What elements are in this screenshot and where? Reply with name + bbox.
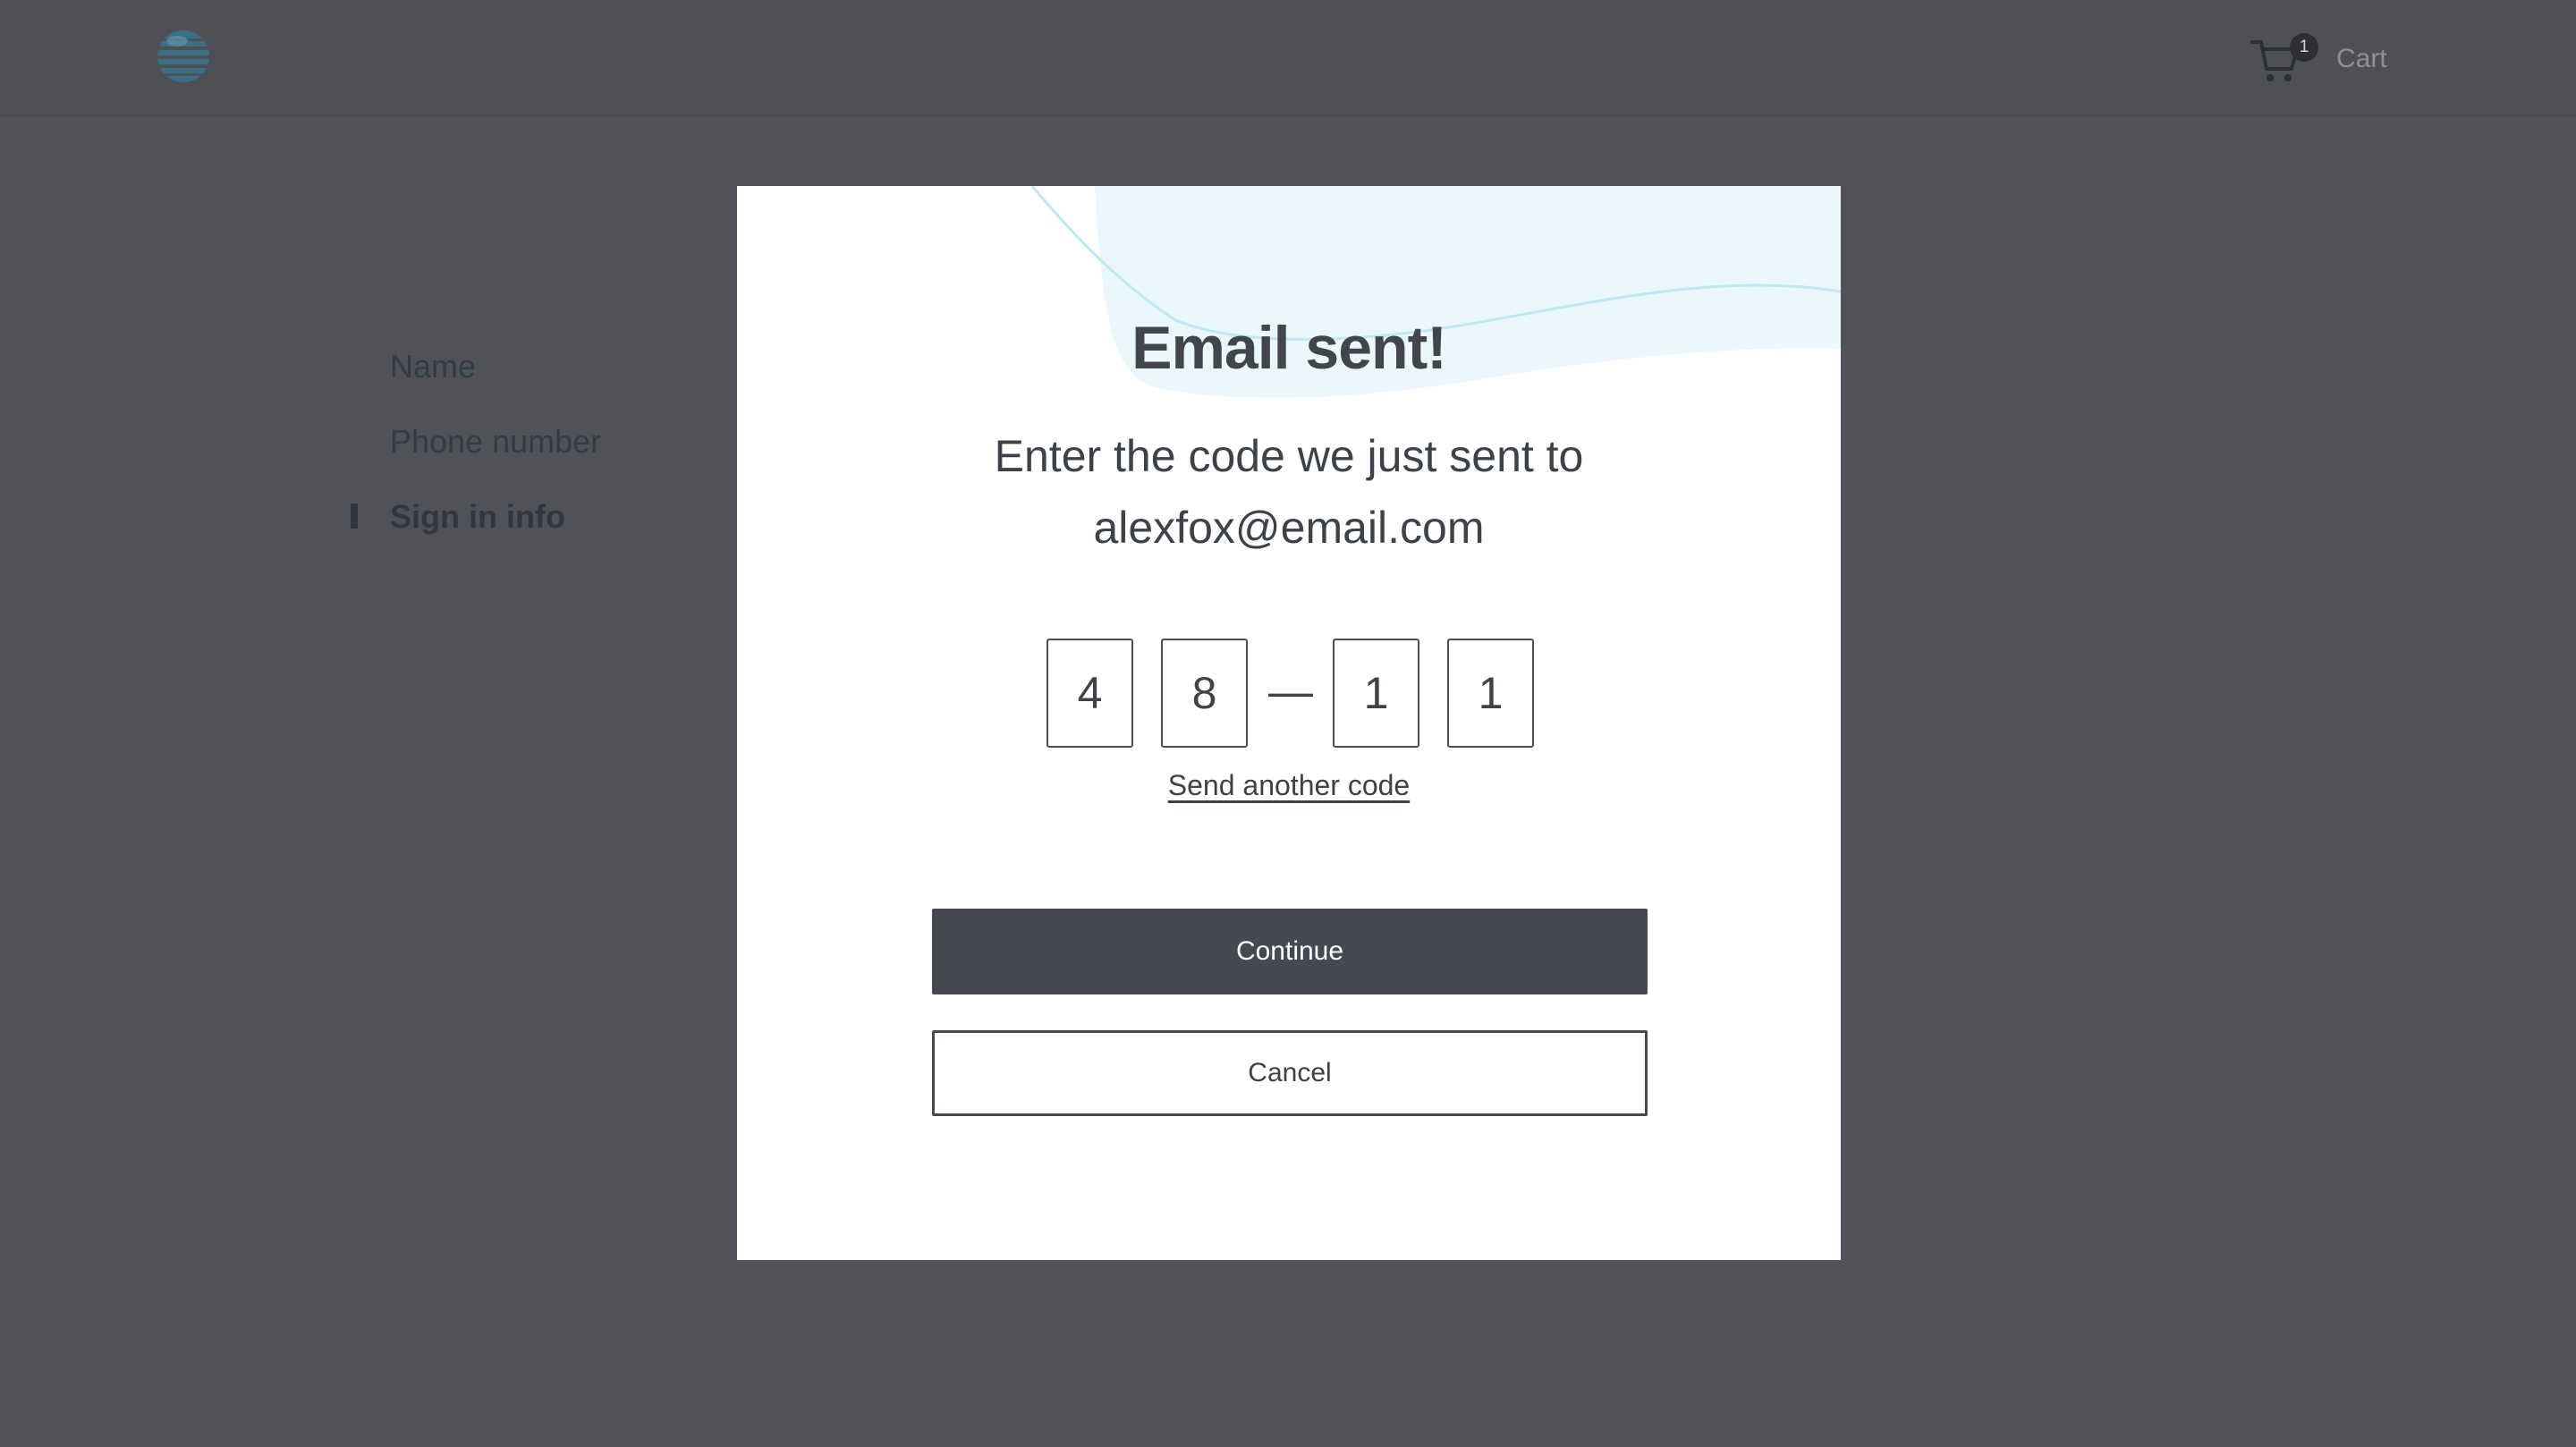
cart-link[interactable]: 1 Cart — [2249, 32, 2387, 86]
att-globe-logo-icon[interactable] — [156, 29, 211, 84]
cart-label: Cart — [2336, 44, 2387, 73]
site-header: 1 Cart — [0, 0, 2576, 116]
step-name[interactable]: Name — [351, 340, 601, 415]
decorative-wave-graphic — [1030, 186, 1841, 398]
code-digit-2-input[interactable] — [1161, 639, 1248, 748]
modal-subtitle: Enter the code we just sent to alexfox@e… — [737, 420, 1841, 563]
send-another-code-link[interactable]: Send another code — [1168, 769, 1410, 801]
code-separator: — — [1268, 666, 1313, 716]
step-sign-in-info[interactable]: Sign in info — [351, 490, 601, 565]
cart-count-badge: 1 — [2290, 33, 2318, 62]
code-digit-3-input[interactable] — [1333, 639, 1419, 748]
shopping-cart-icon: 1 — [2249, 33, 2318, 85]
resend-code-row: Send another code — [737, 769, 1841, 802]
email-address: alexfox@email.com — [1093, 503, 1485, 553]
email-verification-modal: Email sent! Enter the code we just sent … — [737, 186, 1841, 1260]
instruction-text: Enter the code we just sent to — [994, 431, 1584, 481]
continue-button[interactable]: Continue — [932, 909, 1648, 994]
cancel-button[interactable]: Cancel — [932, 1030, 1648, 1116]
modal-title: Email sent! — [1131, 314, 1447, 382]
step-phone-number[interactable]: Phone number — [351, 415, 601, 490]
signup-steps-nav: Name Phone number Sign in info — [351, 340, 601, 565]
code-digit-1-input[interactable] — [1046, 639, 1133, 748]
code-digit-4-input[interactable] — [1447, 639, 1534, 748]
verification-code-input-group: — — [1046, 639, 1547, 748]
